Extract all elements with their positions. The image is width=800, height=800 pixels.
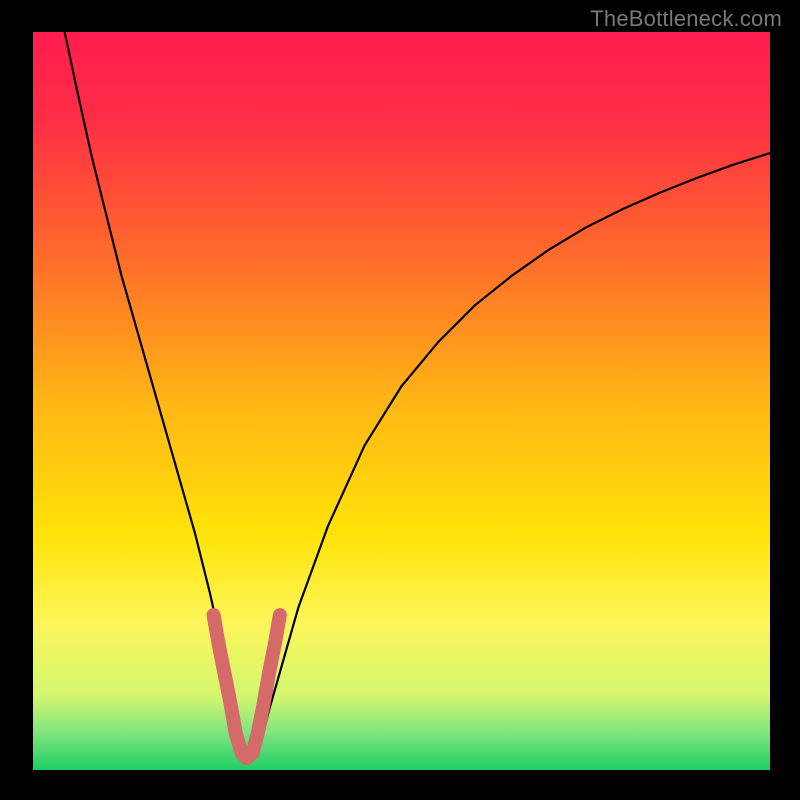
watermark-label: TheBottleneck.com xyxy=(590,6,782,32)
gradient-background xyxy=(33,32,770,770)
bottleneck-chart xyxy=(0,0,800,800)
chart-frame: TheBottleneck.com xyxy=(0,0,800,800)
